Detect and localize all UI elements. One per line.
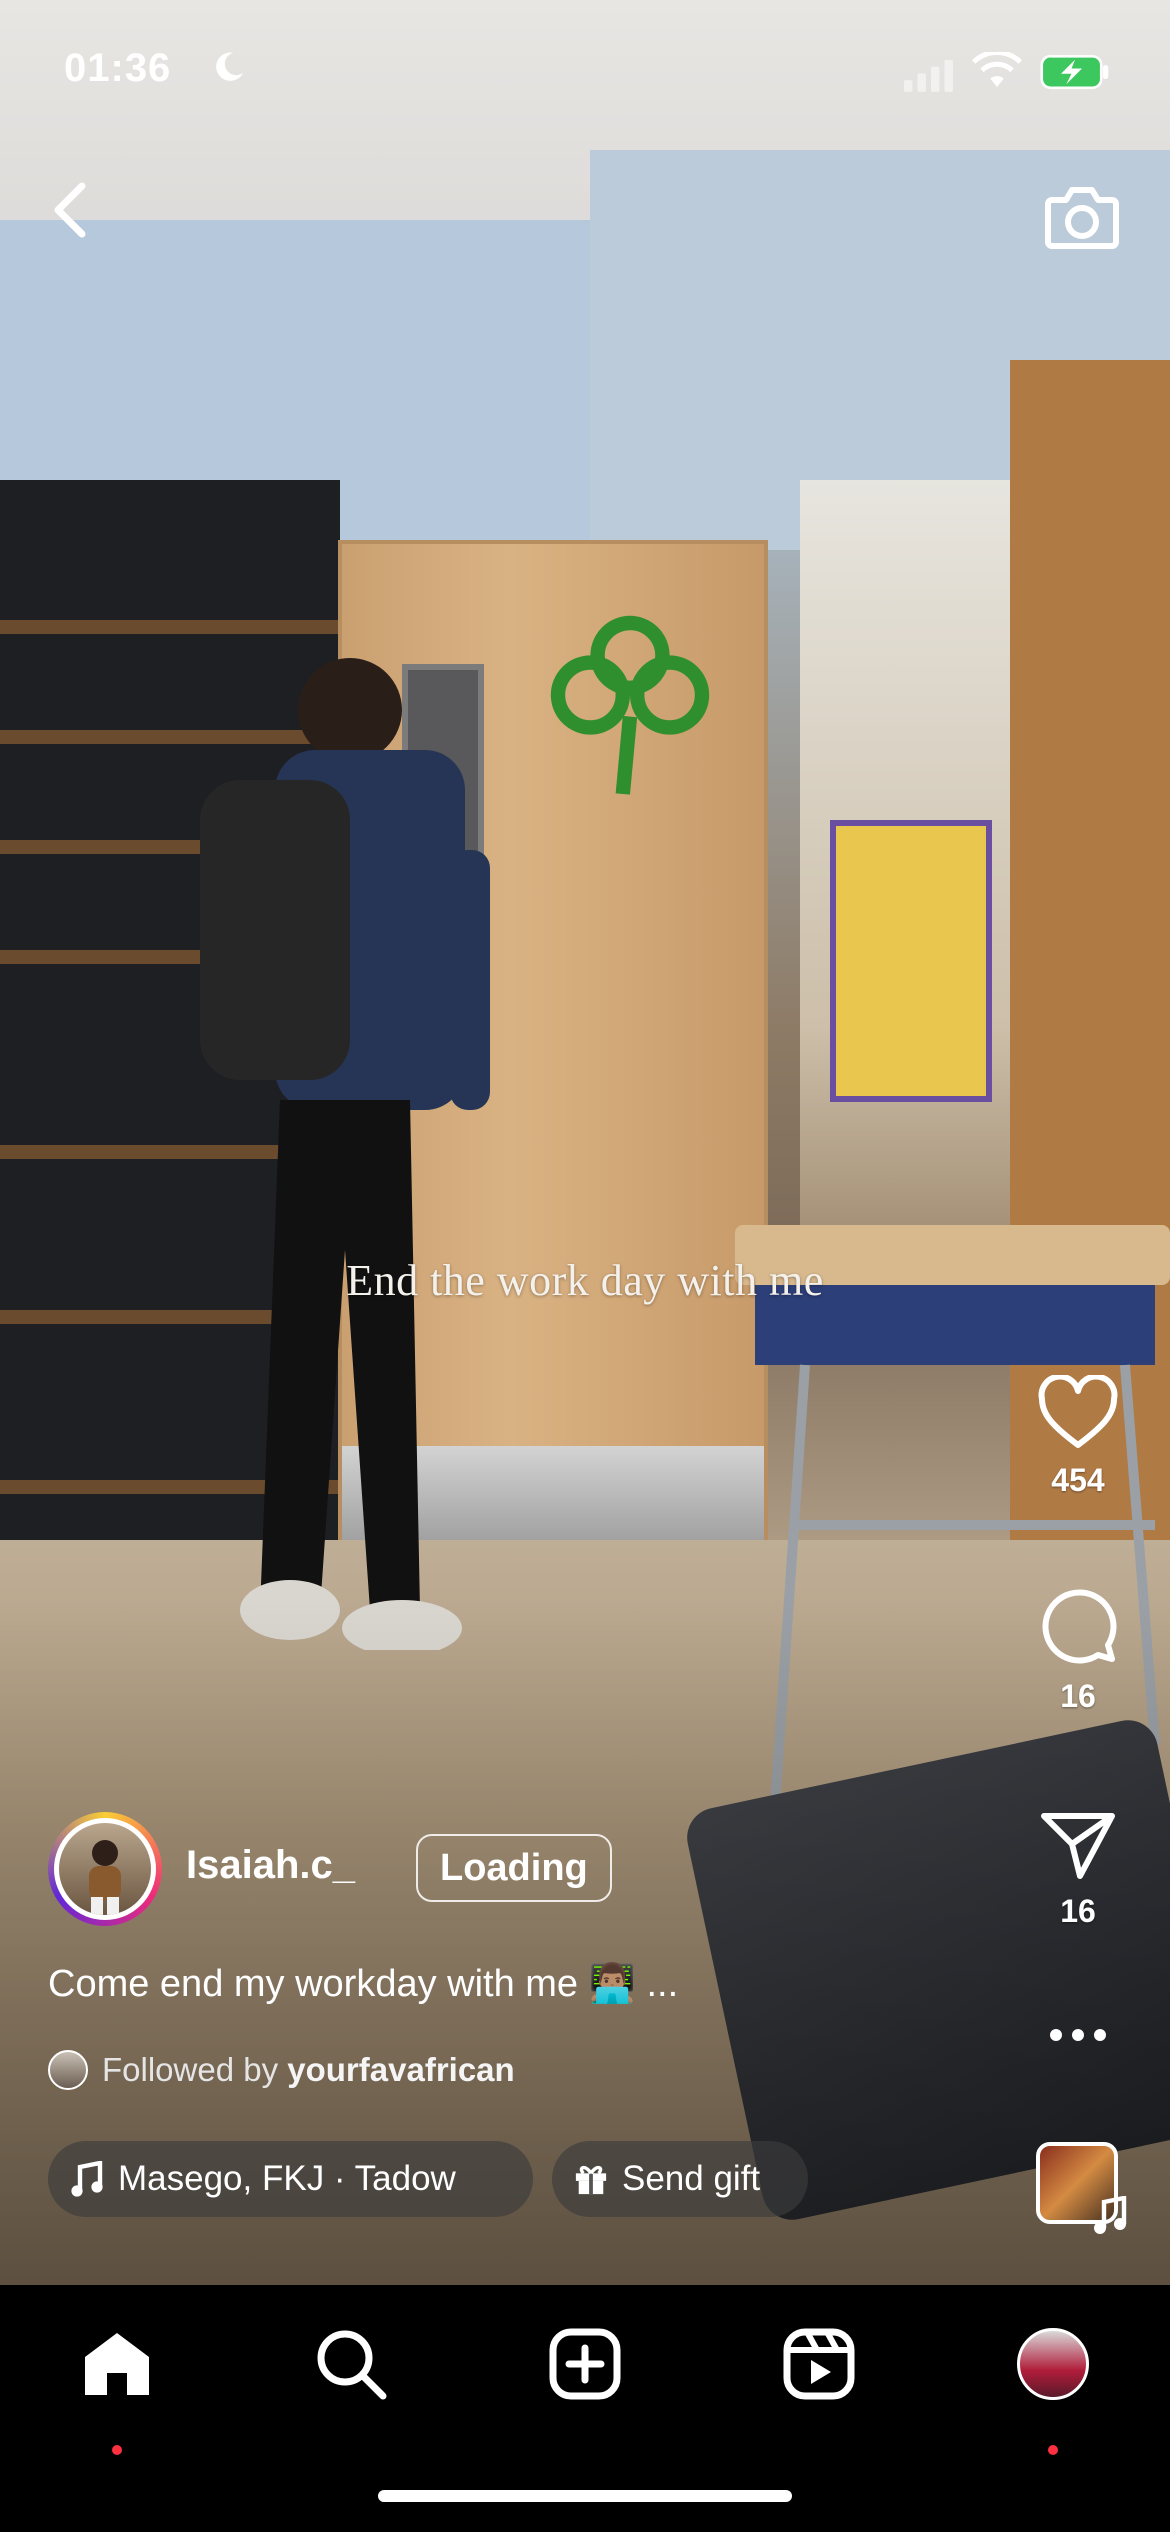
reel-caption[interactable]: Come end my workday with me 👨🏽‍💻 ... [48, 1962, 678, 2006]
bulletin-board [830, 820, 992, 1102]
comment-action[interactable]: 16 [1018, 1585, 1138, 1715]
nav-create[interactable] [540, 2319, 630, 2409]
person-walking [200, 658, 490, 1650]
more-dots-icon [1050, 2029, 1106, 2041]
follow-button[interactable]: Loading [416, 1834, 612, 1902]
music-note-icon [1094, 2196, 1127, 2234]
audio-label: Masego, FKJ · Tadow [118, 2159, 456, 2198]
back-button[interactable] [40, 180, 100, 240]
send-gift-label: Send gift [622, 2159, 761, 2198]
profile-notification-dot [1048, 2445, 1058, 2455]
followed-by[interactable]: Followed by yourfavafrican [48, 2050, 515, 2090]
music-note-icon [71, 2161, 103, 2197]
author-avatar[interactable] [48, 1812, 162, 1926]
create-icon [549, 2328, 621, 2400]
video-overlay-text: End the work day with me [346, 1256, 824, 1305]
comment-count: 16 [1060, 1678, 1096, 1714]
camera-button[interactable] [1036, 170, 1128, 262]
follower-avatar [48, 2050, 88, 2090]
status-time: 01:36 [64, 46, 172, 90]
gift-icon [575, 2165, 607, 2195]
share-count: 16 [1060, 1893, 1096, 1929]
camera-icon [1045, 187, 1119, 249]
comment-icon [1042, 1589, 1117, 1664]
shamrock-wreath [550, 615, 710, 795]
reel-video[interactable] [0, 0, 1170, 2285]
author-username[interactable]: Isaiah.c_ [186, 1843, 355, 1888]
moon-icon [216, 52, 244, 81]
send-icon [1041, 1813, 1115, 1879]
audio-pill[interactable]: Masego, FKJ · Tadow [48, 2141, 533, 2217]
heart-icon [1038, 1373, 1118, 1448]
home-notification-dot [112, 2445, 122, 2455]
person-silhouette [89, 1840, 121, 1915]
cellular-signal-icon [904, 59, 953, 92]
like-count: 454 [1051, 1462, 1105, 1498]
reels-icon [783, 2328, 855, 2400]
battery-charging-icon [1040, 54, 1109, 90]
send-gift-button[interactable]: Send gift [552, 2141, 808, 2217]
status-bar: 01:36 [0, 0, 1170, 140]
nav-home[interactable] [72, 2319, 162, 2409]
more-options-button[interactable] [1018, 2025, 1138, 2050]
like-action[interactable]: 454 [1018, 1373, 1138, 1499]
wifi-icon [972, 52, 1022, 87]
followed-by-prefix: Followed by [102, 2051, 279, 2088]
nav-profile[interactable] [1008, 2319, 1098, 2409]
nav-search[interactable] [306, 2319, 396, 2409]
search-icon [317, 2330, 387, 2400]
profile-avatar [1017, 2328, 1089, 2400]
home-icon [85, 2333, 149, 2395]
followed-by-user: yourfavafrican [287, 2051, 515, 2088]
share-action[interactable]: 16 [1018, 1810, 1138, 1930]
nav-reels[interactable] [774, 2319, 864, 2409]
reel-screen: End the work day with me 01:36 454 16 16… [0, 0, 1170, 2532]
home-indicator[interactable] [378, 2490, 792, 2502]
chevron-left-icon [54, 182, 86, 238]
